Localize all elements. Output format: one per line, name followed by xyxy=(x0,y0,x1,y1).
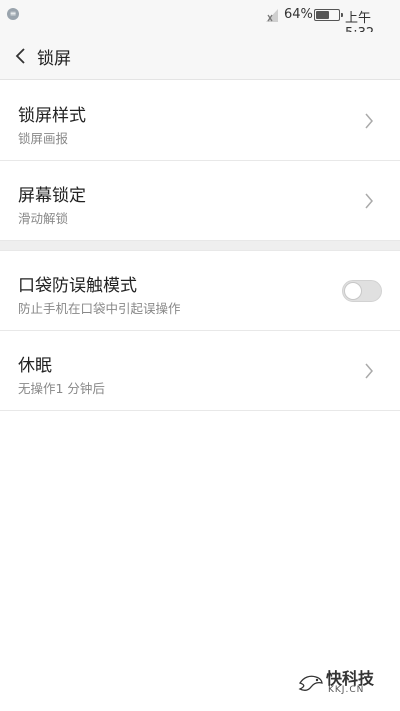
toggle-knob xyxy=(344,282,362,300)
chevron-left-icon xyxy=(15,48,25,64)
setting-screen-lock[interactable]: 屏幕锁定 滑动解锁 xyxy=(0,161,400,241)
page-title: 锁屏 xyxy=(37,49,71,69)
setting-title: 锁屏样式 xyxy=(18,106,86,126)
setting-lockscreen-style[interactable]: 锁屏样式 锁屏画报 xyxy=(0,81,400,161)
battery-percent: 64% xyxy=(284,7,313,22)
status-bar: ≡ 64% 上午5:32 xyxy=(0,0,400,41)
setting-subtitle: 防止手机在口袋中引起误操作 xyxy=(18,301,181,316)
setting-title: 口袋防误触模式 xyxy=(18,276,137,296)
no-sim-signal-icon xyxy=(266,9,278,22)
title-bar: 锁屏 xyxy=(0,32,400,80)
chevron-right-icon xyxy=(365,363,373,379)
setting-title: 屏幕锁定 xyxy=(18,186,86,206)
battery-icon xyxy=(314,9,343,21)
pocket-mode-toggle[interactable] xyxy=(342,280,382,302)
watermark-logo: 快科技 KKJ.CN xyxy=(298,665,388,699)
setting-title: 休眠 xyxy=(18,356,52,376)
back-button[interactable] xyxy=(10,38,38,74)
setting-subtitle: 无操作1 分钟后 xyxy=(18,381,105,396)
settings-list: 锁屏样式 锁屏画报 屏幕锁定 滑动解锁 口袋防误触模式 防止手机在口袋中引起误操… xyxy=(0,81,400,411)
setting-pocket-mode: 口袋防误触模式 防止手机在口袋中引起误操作 xyxy=(0,251,400,331)
setting-subtitle: 滑动解锁 xyxy=(18,211,69,226)
bird-logo-icon xyxy=(298,675,323,691)
battery-level-fill xyxy=(316,11,329,19)
setting-sleep[interactable]: 休眠 无操作1 分钟后 xyxy=(0,331,400,411)
notification-icon: ≡ xyxy=(7,8,19,20)
section-divider xyxy=(0,241,400,251)
watermark-subtext: KKJ.CN xyxy=(328,685,365,695)
chevron-right-icon xyxy=(365,113,373,129)
setting-subtitle: 锁屏画报 xyxy=(18,131,69,146)
chevron-right-icon xyxy=(365,193,373,209)
